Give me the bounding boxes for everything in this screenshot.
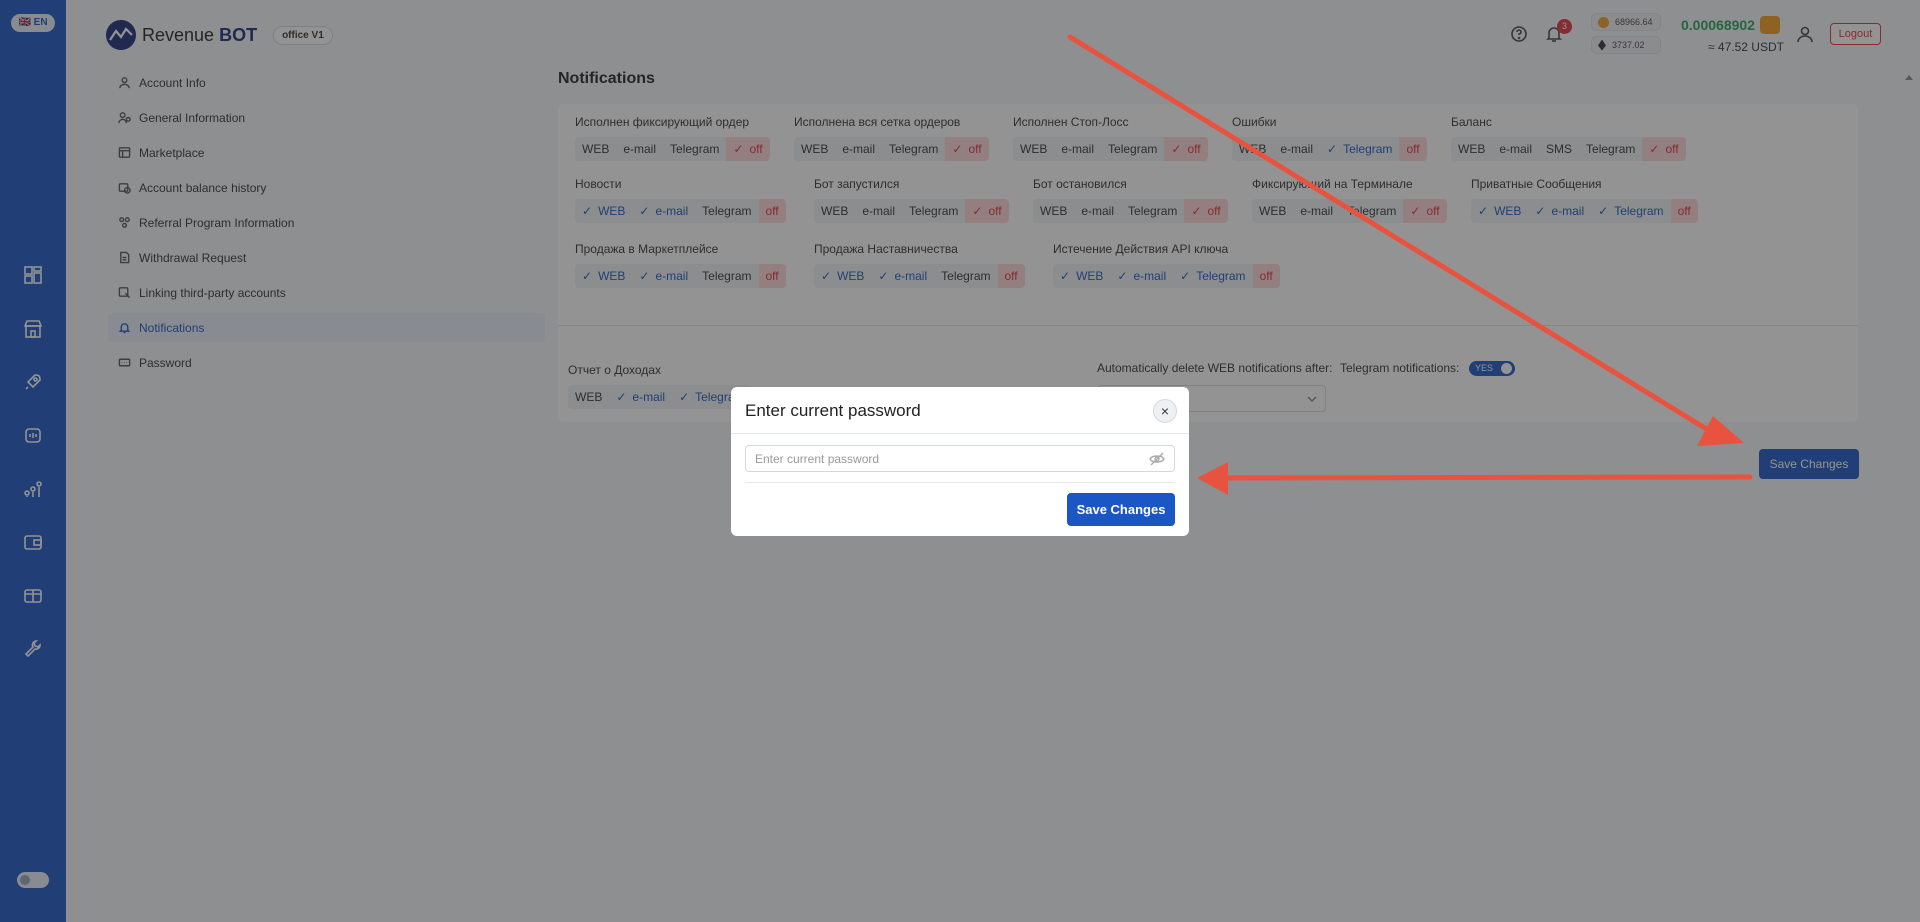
- modal-divider: [731, 433, 1189, 434]
- password-modal: Enter current password × Save Changes: [731, 387, 1189, 536]
- modal-save-changes-button[interactable]: Save Changes: [1067, 493, 1175, 526]
- current-password-input[interactable]: [745, 445, 1175, 472]
- modal-title: Enter current password: [745, 401, 921, 420]
- eye-slash-icon[interactable]: [1149, 451, 1165, 467]
- modal-divider: [745, 482, 1175, 483]
- close-icon[interactable]: ×: [1153, 399, 1177, 423]
